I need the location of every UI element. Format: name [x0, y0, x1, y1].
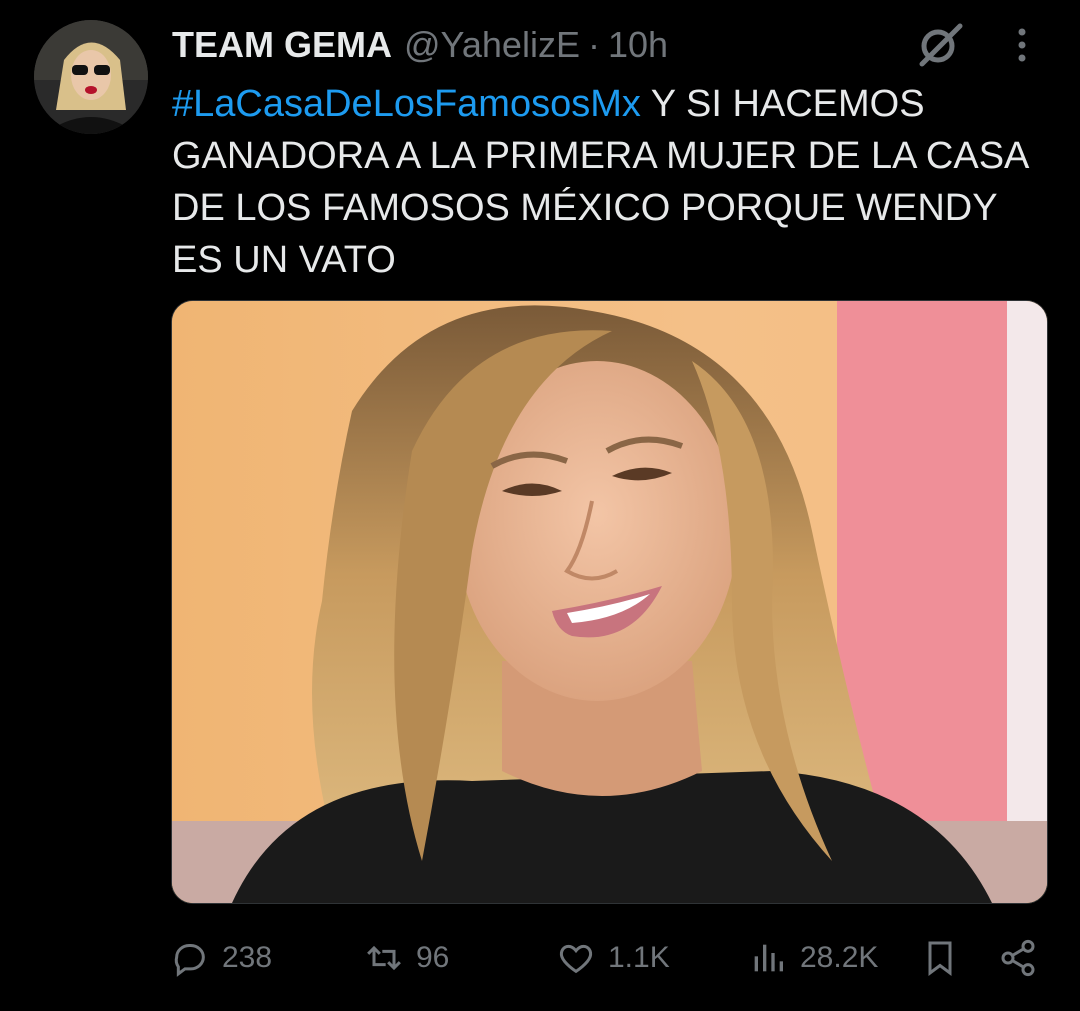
like-icon — [559, 944, 593, 974]
reply-button[interactable]: 238 — [170, 930, 272, 986]
views-button[interactable]: 28.2K — [748, 930, 878, 986]
tweet-actions-bar: 238 96 1.1K 28.2K — [0, 930, 1080, 986]
more-options-icon[interactable] — [1004, 22, 1040, 68]
bookmark-button[interactable] — [920, 930, 960, 986]
share-button[interactable] — [998, 930, 1038, 986]
views-icon — [754, 944, 783, 972]
reply-icon — [174, 944, 205, 977]
hashtag-link[interactable]: #LaCasaDeLosFamososMx — [172, 83, 641, 125]
share-icon — [1001, 939, 1035, 977]
like-count: 1.1K — [608, 941, 670, 974]
user-handle[interactable]: @YahelizE — [404, 24, 580, 66]
avatar[interactable] — [34, 20, 148, 134]
repost-count: 96 — [416, 941, 450, 974]
tweet-header: TEAM GEMA @YahelizE · 10h — [172, 22, 668, 68]
timestamp[interactable]: 10h — [608, 24, 668, 66]
tweet-media-photo[interactable] — [171, 300, 1048, 904]
display-name[interactable]: TEAM GEMA — [172, 24, 392, 66]
repost-button[interactable]: 96 — [364, 930, 449, 986]
separator-dot: · — [587, 24, 600, 65]
avatar-image — [34, 20, 148, 134]
tweet-text: #LaCasaDeLosFamososMx Y SI HACEMOS GANAD… — [172, 78, 1052, 286]
repost-icon — [367, 945, 401, 971]
views-count: 28.2K — [800, 941, 879, 974]
grok-icon[interactable] — [914, 22, 966, 68]
like-button[interactable]: 1.1K — [556, 930, 670, 986]
photo-image — [172, 301, 1047, 903]
reply-count: 238 — [222, 941, 273, 974]
bookmark-icon — [928, 941, 952, 976]
